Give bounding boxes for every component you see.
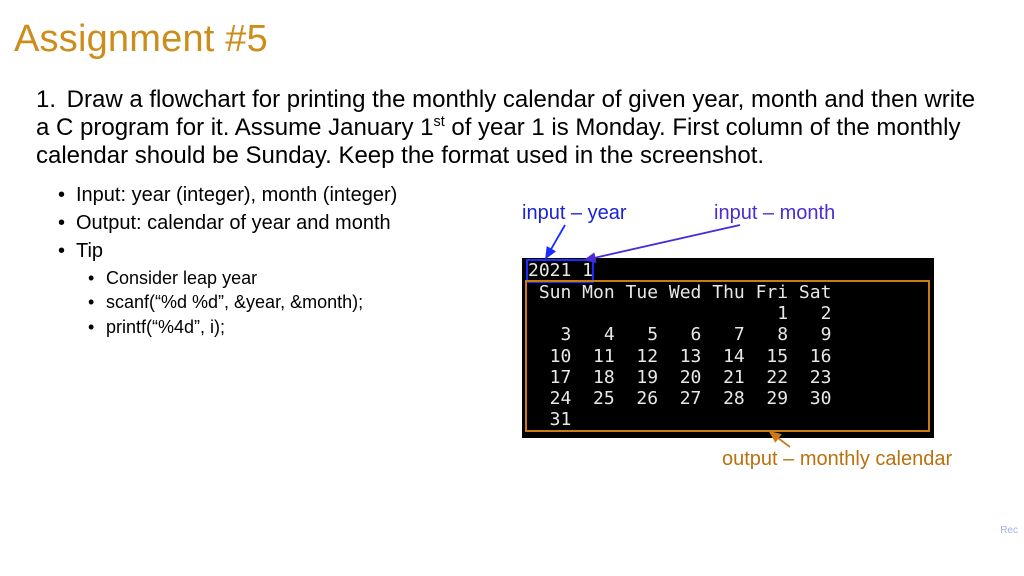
bullet-tip: Tip [58, 238, 397, 265]
bullet-output: Output: calendar of year and month [58, 210, 397, 237]
calendar-output: Sun Mon Tue Wed Thu Fri Sat 1 2 3 4 5 6 … [528, 282, 928, 430]
tip-scanf: scanf(“%d %d”, &year, &month); [88, 290, 397, 314]
terminal-screenshot: 2021 1 Sun Mon Tue Wed Thu Fri Sat 1 2 3… [522, 258, 934, 438]
calendar-row-3: 10 11 12 13 14 15 16 [528, 346, 928, 367]
terminal-input: 2021 1 [528, 260, 593, 281]
calendar-row-2: 3 4 5 6 7 8 9 [528, 324, 928, 345]
calendar-header: Sun Mon Tue Wed Thu Fri Sat [528, 282, 928, 303]
calendar-row-4: 17 18 19 20 21 22 23 [528, 367, 928, 388]
arrow-month-icon [585, 225, 740, 260]
tip-printf: printf(“%4d”, i); [88, 315, 397, 339]
calendar-row-6: 31 [528, 409, 928, 430]
bullet-input: Input: year (integer), month (integer) [58, 182, 397, 209]
caption-input-year: input – year [522, 202, 627, 225]
recording-indicator: Rec [1000, 525, 1018, 536]
caption-input-month: input – month [714, 202, 835, 225]
task-number: 1. [36, 86, 60, 114]
calendar-row-5: 24 25 26 27 28 29 30 [528, 388, 928, 409]
calendar-row-1: 1 2 [528, 303, 928, 324]
task-text: 1. Draw a flowchart for printing the mon… [36, 86, 991, 169]
slide-title: Assignment #5 [14, 18, 268, 61]
bullet-list: Input: year (integer), month (integer) O… [58, 182, 397, 339]
caption-output: output – monthly calendar [722, 448, 952, 471]
task-body: Draw a flowchart for printing the monthl… [36, 86, 975, 169]
arrow-year-icon [546, 225, 565, 258]
tip-leap: Consider leap year [88, 266, 397, 290]
